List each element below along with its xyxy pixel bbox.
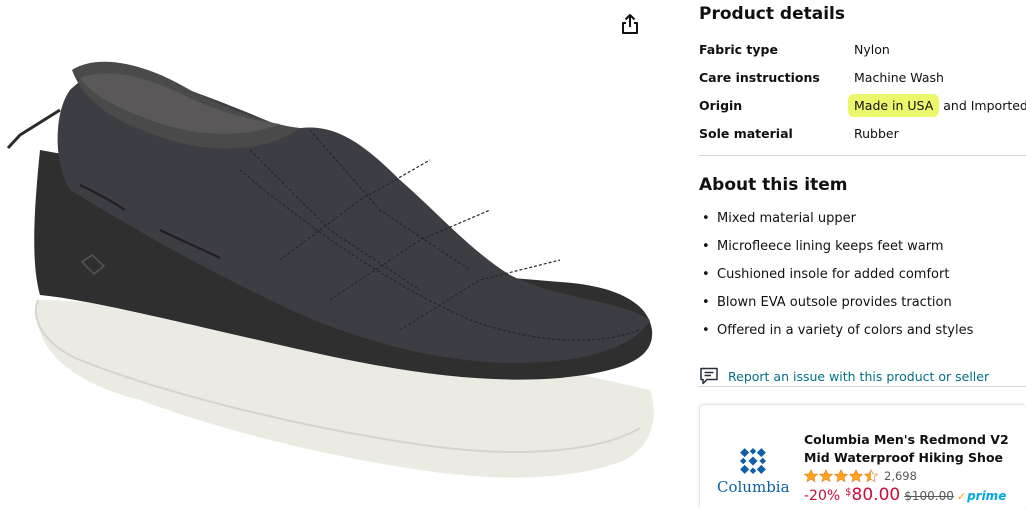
feedback-icon [700,367,718,385]
detail-label: Care instructions [699,70,820,85]
product-image-shoe [6,61,654,478]
bullet-item: Blown EVA outsole provides traction [699,295,973,323]
prime-badge: ✓prime [957,489,1006,503]
deal-price: 80.00 [851,485,901,505]
sponsored-product-card[interactable]: Columbia Columbia Men's Redmond V2 Mid W… [699,404,1026,509]
star-full-icon [849,469,863,483]
currency-symbol: $ [845,487,852,498]
detail-row-fabric-type: Fabric type Nylon [699,42,1026,62]
star-full-icon [804,469,818,483]
detail-label: Fabric type [699,42,778,57]
report-issue-label[interactable]: Report an issue with this product or sel… [728,369,989,384]
detail-value: Machine Wash [854,70,944,85]
origin-rest: and Imported [939,98,1026,113]
detail-value: Nylon [854,42,890,57]
star-full-icon [819,469,833,483]
bullet-item: Offered in a variety of colors and style… [699,323,973,351]
sponsored-product-title[interactable]: Columbia Men's Redmond V2 Mid Waterproof… [804,431,1019,467]
list-price: $100.00 [904,489,954,503]
report-issue-link[interactable]: Report an issue with this product or sel… [699,366,1026,388]
detail-row-care-instructions: Care instructions Machine Wash [699,70,1026,90]
origin-highlight: Made in USA [848,94,940,117]
detail-value: Rubber [854,126,899,141]
prime-check-icon: ✓ [956,490,967,503]
detail-value: Made in USA and Imported [848,94,1026,117]
detail-label: Origin [699,98,743,113]
star-rating[interactable]: 2,698 [804,468,917,484]
about-this-item-title: About this item [699,175,848,195]
price-block: -20% $ 80.00 $100.00 ✓prime [804,485,1006,505]
section-divider [699,386,1026,387]
prime-label: prime [967,489,1007,503]
star-full-icon [834,469,848,483]
bullet-item: Microfleece lining keeps feet warm [699,239,973,267]
share-icon[interactable] [618,12,642,36]
rating-count[interactable]: 2,698 [884,469,917,483]
brand-logo-text: Columbia [717,478,790,496]
detail-row-origin: Origin Made in USA and Imported [699,94,1026,118]
section-divider [699,155,1026,156]
about-bullets: Mixed material upper Microfleece lining … [699,211,973,351]
detail-label: Sole material [699,126,793,141]
bullet-item: Cushioned insole for added comfort [699,267,973,295]
product-details-title: Product details [699,4,845,24]
detail-row-sole-material: Sole material Rubber [699,126,1026,146]
bullet-item: Mixed material upper [699,211,973,239]
star-half-icon [864,469,878,483]
discount-percent: -20% [804,488,841,504]
